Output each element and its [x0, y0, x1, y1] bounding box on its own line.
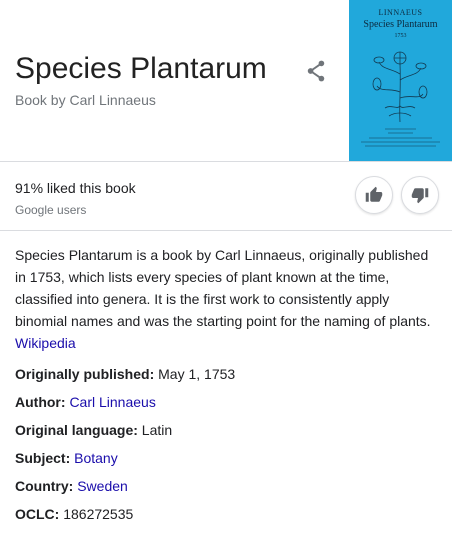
book-description: Species Plantarum is a book by Carl Linn…	[15, 244, 440, 354]
fact-label: OCLC:	[15, 506, 60, 522]
dislike-button[interactable]	[401, 176, 439, 214]
fact-value: May 1, 1753	[158, 366, 236, 382]
book-subtitle: Book by Carl Linnaeus	[15, 92, 156, 108]
fact-subject: Subject: Botany	[15, 448, 118, 468]
fact-label: Author:	[15, 394, 66, 410]
fact-author: Author: Carl Linnaeus	[15, 392, 156, 412]
fact-label: Country:	[15, 478, 74, 494]
cover-year-text: 1753	[394, 33, 407, 39]
book-title: Species Plantarum	[15, 52, 267, 85]
knowledge-panel: Species Plantarum Book by Carl Linnaeus …	[0, 0, 452, 553]
subject-link[interactable]: Botany	[74, 450, 118, 466]
fact-value: 186272535	[63, 506, 134, 522]
rating-divider	[0, 230, 452, 231]
rating-source: Google users	[15, 203, 87, 217]
cover-fine-print	[361, 128, 440, 147]
fact-label: Originally published:	[15, 366, 155, 382]
description-text: Species Plantarum is a book by Carl Linn…	[15, 247, 431, 329]
fact-label: Original language:	[15, 422, 138, 438]
fact-country: Country: Sweden	[15, 476, 128, 496]
share-button[interactable]	[303, 58, 329, 84]
author-link[interactable]: Carl Linnaeus	[69, 394, 155, 410]
book-cover-image[interactable]: LINNAEUS Species Plantarum 1753	[349, 0, 452, 161]
panel-header: Species Plantarum Book by Carl Linnaeus …	[0, 0, 452, 161]
share-icon	[307, 60, 325, 82]
thumbs-up-icon	[365, 186, 383, 202]
country-link[interactable]: Sweden	[77, 478, 128, 494]
fact-oclc: OCLC: 186272535	[15, 504, 133, 524]
thumbs-down-icon	[411, 188, 429, 204]
header-divider	[0, 161, 452, 162]
wikipedia-link[interactable]: Wikipedia	[15, 335, 76, 351]
fact-value: Latin	[141, 422, 173, 438]
fact-original-language: Original language: Latin	[15, 420, 172, 440]
like-button[interactable]	[355, 176, 393, 214]
liked-percentage: 91% liked this book	[15, 180, 136, 196]
fact-label: Subject:	[15, 450, 71, 466]
cover-plant-illustration	[372, 51, 428, 122]
cover-title-text: Species Plantarum	[363, 19, 438, 30]
fact-originally-published: Originally published: May 1, 1753	[15, 364, 235, 384]
cover-author-text: LINNAEUS	[378, 8, 423, 17]
